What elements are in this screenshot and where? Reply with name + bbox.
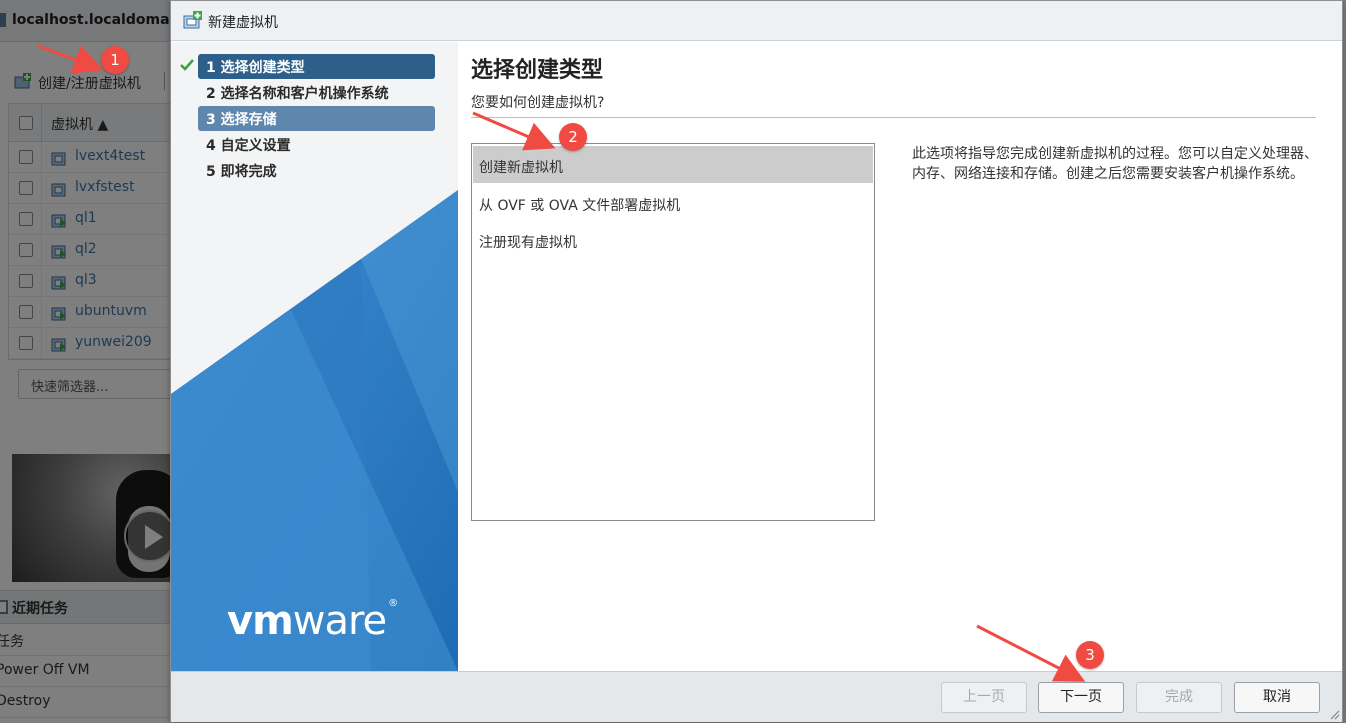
wizard-content: 选择创建类型 您要如何创建虚拟机? 创建新虚拟机从 OVF 或 OVA 文件部署… xyxy=(458,42,1342,671)
resize-grip-icon[interactable] xyxy=(1330,710,1340,720)
creation-type-description: 此选项将指导您完成创建新虚拟机的过程。您可以自定义处理器、内存、网络连接和存储。… xyxy=(912,146,1318,182)
creation-type-option[interactable]: 注册现有虚拟机 xyxy=(473,221,873,258)
new-vm-dialog: 新建虚拟机 1 选择创建类型 2 选择名称和客户机操作系统 3 选择存储 4 自定义设… xyxy=(170,0,1343,722)
dialog-footer: 上一页 下一页 完成 取消 xyxy=(171,671,1342,722)
creation-type-list[interactable]: 创建新虚拟机从 OVF 或 OVA 文件部署虚拟机 注册现有虚拟机 xyxy=(471,143,875,521)
dialog-title: 新建虚拟机 xyxy=(208,15,278,31)
vmware-logo-light: ware xyxy=(292,598,387,644)
dialog-titlebar: 新建虚拟机 xyxy=(171,1,1342,41)
next-button[interactable]: 下一页 xyxy=(1038,682,1124,713)
step-complete-check-icon xyxy=(180,59,194,71)
annotation-badge-2: 2 xyxy=(559,123,587,151)
cancel-button[interactable]: 取消 xyxy=(1234,682,1320,713)
back-button[interactable]: 上一页 xyxy=(941,682,1027,713)
divider xyxy=(471,117,1316,118)
wizard-step-2[interactable]: 2 选择名称和客户机操作系统 xyxy=(198,80,435,105)
vmware-logo: vmware ® xyxy=(227,598,398,644)
wizard-step-1[interactable]: 1 选择创建类型 xyxy=(198,54,435,79)
creation-type-option[interactable]: 从 OVF 或 OVA 文件部署虚拟机 xyxy=(473,184,873,221)
wizard-step-3[interactable]: 3 选择存储 xyxy=(198,106,435,131)
finish-button[interactable]: 完成 xyxy=(1136,682,1222,713)
vmware-logo-bold: vm xyxy=(227,598,294,644)
page-subtitle: 您要如何创建虚拟机? xyxy=(471,95,605,111)
new-vm-icon xyxy=(183,11,202,29)
annotation-badge-1: 1 xyxy=(101,46,129,74)
annotation-badge-3: 3 xyxy=(1076,641,1104,669)
wizard-steps-panel: 1 选择创建类型 2 选择名称和客户机操作系统 3 选择存储 4 自定义设置 5 即将完… xyxy=(171,42,458,671)
wizard-step-4[interactable]: 4 自定义设置 xyxy=(198,132,435,157)
page-title: 选择创建类型 xyxy=(471,58,604,83)
creation-type-option[interactable]: 创建新虚拟机 xyxy=(473,146,873,183)
vmware-logo-registered: ® xyxy=(388,598,398,609)
wizard-step-5[interactable]: 5 即将完成 xyxy=(198,158,435,183)
